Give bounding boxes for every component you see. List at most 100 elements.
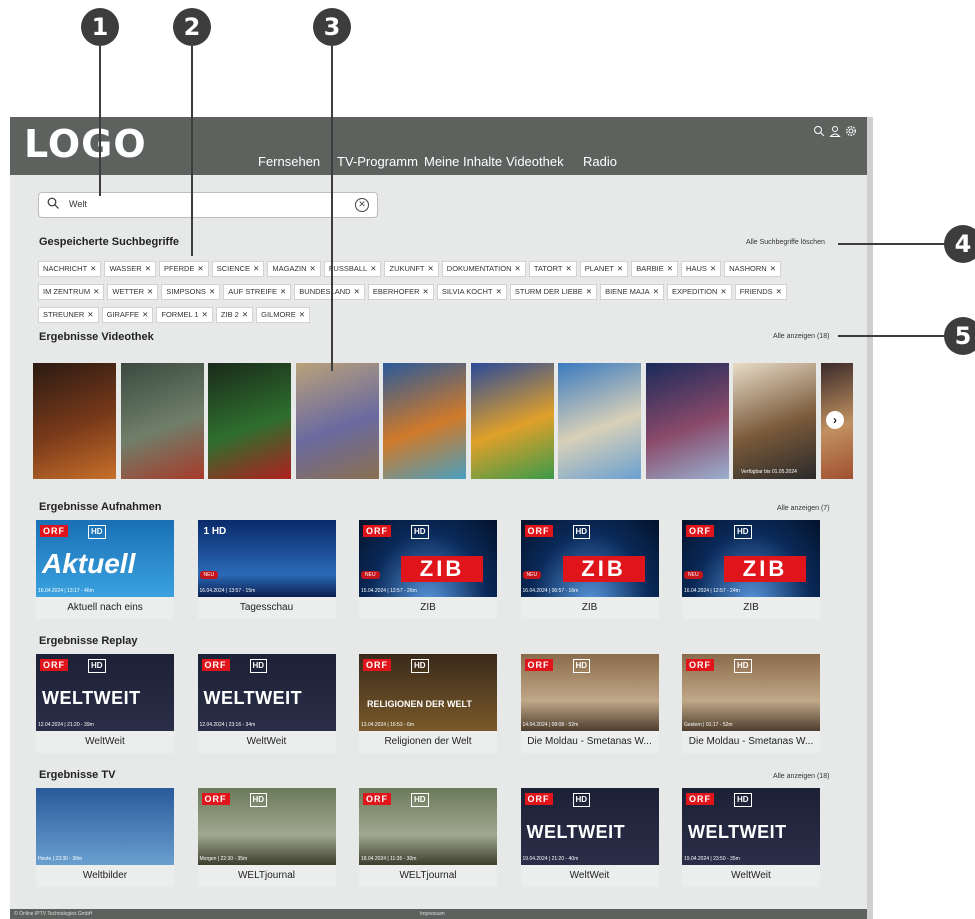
chip-remove-icon[interactable]: ✕ [586,287,592,296]
saved-search-chip[interactable]: WETTER ✕ [107,284,159,300]
saved-search-chip[interactable]: SCIENCE ✕ [211,261,265,277]
chip-remove-icon[interactable]: ✕ [310,264,316,273]
chip-remove-icon[interactable]: ✕ [299,310,305,319]
poster-tile[interactable] [558,363,641,479]
media-card[interactable]: ORF HD WELTWEIT 12.04.2024 | 21:20 - 39m Wel… [36,654,174,756]
media-card[interactable]: ORF HD 18.04.2024 | 11:35 - 30m WELTjournal [359,788,497,890]
poster-tile[interactable] [383,363,466,479]
search-input[interactable]: Welt [69,199,87,209]
chip-remove-icon[interactable]: ✕ [720,287,726,296]
chip-remove-icon[interactable]: ✕ [90,264,96,273]
scrollbar[interactable] [867,117,873,919]
chip-remove-icon[interactable]: ✕ [354,287,360,296]
poster-tile[interactable] [33,363,116,479]
search-field[interactable]: Welt ✕ [38,192,378,218]
chip-remove-icon[interactable]: ✕ [427,264,433,273]
saved-search-chip[interactable]: GIRAFFE ✕ [101,307,154,323]
chip-remove-icon[interactable]: ✕ [423,287,429,296]
chip-remove-icon[interactable]: ✕ [770,264,776,273]
chip-remove-icon[interactable]: ✕ [147,287,153,296]
clear-search-icon[interactable]: ✕ [355,198,369,212]
saved-search-chip[interactable]: BARBIE ✕ [631,261,679,277]
media-card[interactable]: ORF HD Aktuell 16.04.2024 | 13:17 - 46m Aktu… [36,520,174,622]
saved-search-chip[interactable]: EBERHOFER ✕ [367,284,434,300]
poster-tile[interactable] [120,363,204,479]
chip-remove-icon[interactable]: ✕ [710,264,716,273]
carousel-next-button[interactable]: › [826,411,844,429]
media-card[interactable]: ORF HD WELTWEIT 19.04.2024 | 23:50 - 35m Wel… [682,788,820,890]
clear-all-searches-link[interactable]: Alle Suchbegriffe löschen [746,239,825,246]
chip-remove-icon[interactable]: ✕ [145,264,151,273]
settings-icon[interactable] [845,125,857,137]
media-card[interactable]: 1 HD NEU 16.04.2024 | 13:57 - 15m Tagesscha… [197,520,336,622]
chip-remove-icon[interactable]: ✕ [565,264,571,273]
videothek-show-all-link[interactable]: Alle anzeigen (18) [773,333,829,340]
chip-remove-icon[interactable]: ✕ [242,310,248,319]
chip-remove-icon[interactable]: ✕ [776,287,782,296]
chip-remove-icon[interactable]: ✕ [93,287,99,296]
saved-search-chip[interactable]: NASHORN ✕ [724,261,781,277]
nav-fernsehen[interactable]: Fernsehen [258,154,320,169]
chip-remove-icon[interactable]: ✕ [667,264,673,273]
chip-remove-icon[interactable]: ✕ [209,287,215,296]
poster-tile[interactable] [470,363,554,479]
saved-search-chip[interactable]: FRIENDS ✕ [734,284,787,300]
saved-search-chip[interactable]: TATORT ✕ [528,261,577,277]
media-card[interactable]: ORF HD WELTWEIT 12.04.2024 | 23:16 - 34m Wel… [197,654,336,756]
media-card[interactable]: Heute | 23:30 - 30m Weltbilder [36,788,174,890]
media-card[interactable]: ORF HD Morgen | 22:30 - 35m WELTjournal [197,788,336,890]
chip-remove-icon[interactable]: ✕ [617,264,623,273]
scrollbar-thumb[interactable] [867,117,873,919]
nav-radio[interactable]: Radio [583,154,617,169]
poster-tile[interactable] [295,363,379,479]
tv-show-all-link[interactable]: Alle anzeigen (18) [773,773,829,780]
poster-tile[interactable] [208,363,291,479]
saved-search-chip[interactable]: ZUKUNFT ✕ [384,261,439,277]
saved-search-chip[interactable]: PLANET ✕ [579,261,629,277]
chip-remove-icon[interactable]: ✕ [280,287,286,296]
chip-remove-icon[interactable]: ✕ [515,264,521,273]
media-card[interactable]: ORF HD ZIB NEU 15.04.2024 | 12:57 - 26m ZIB [359,520,497,622]
saved-search-chip[interactable]: BIENE MAJA ✕ [600,284,664,300]
chip-remove-icon[interactable]: ✕ [253,264,259,273]
media-card[interactable]: ORF HD 14.04.2024 | 09:08 - 52m Die Moldau … [520,654,659,756]
nav-videothek[interactable]: Videothek [506,154,564,169]
chip-remove-icon[interactable]: ✕ [202,310,208,319]
saved-search-chip[interactable]: STREUNER ✕ [38,307,99,323]
saved-search-chip[interactable]: STURM DER LIEBE ✕ [509,284,598,300]
saved-search-chip[interactable]: DOKUMENTATION ✕ [441,261,526,277]
saved-search-chip[interactable]: IM ZENTRUM ✕ [38,284,105,300]
user-icon[interactable] [829,125,841,137]
chip-remove-icon[interactable]: ✕ [370,264,376,273]
chip-remove-icon[interactable]: ✕ [197,264,203,273]
chip-remove-icon[interactable]: ✕ [87,310,93,319]
media-card[interactable]: ORF HD ZIB NEU 16.04.2024 | 12:57 - 24m ZIB [682,520,820,622]
nav-meine-inhalte[interactable]: Meine Inhalte [424,154,502,169]
saved-search-chip[interactable]: MAGAZIN ✕ [267,261,321,277]
saved-search-chip[interactable]: FORMEL 1 ✕ [156,307,213,323]
poster-tile[interactable]: Verfügbar bis 01.05.2024 [733,363,816,479]
saved-search-chip[interactable]: GILMORE ✕ [256,307,311,323]
chip-remove-icon[interactable]: ✕ [653,287,659,296]
saved-search-chip[interactable]: ZIB 2 ✕ [215,307,254,323]
saved-search-chip[interactable]: AUF STREIFE ✕ [223,284,292,300]
saved-search-chip[interactable]: SIMPSONS ✕ [161,284,221,300]
aufnahmen-show-all-link[interactable]: Alle anzeigen (7) [777,505,830,512]
footer-imprint-link[interactable]: Impressum [420,911,445,917]
media-card[interactable]: ORF HD ZIB NEU 16.04.2024 | 06:57 - 16m ZIB [520,520,659,622]
saved-search-chip[interactable]: NACHRICHT ✕ [38,261,102,277]
chip-remove-icon[interactable]: ✕ [142,310,148,319]
saved-search-chip[interactable]: PFERDE ✕ [159,261,209,277]
saved-search-chip[interactable]: HAUS ✕ [681,261,722,277]
saved-search-chip[interactable]: BUNDESLAND ✕ [294,284,365,300]
saved-search-chip[interactable]: WASSER ✕ [104,261,156,277]
chip-remove-icon[interactable]: ✕ [496,287,502,296]
saved-search-chip[interactable]: SILVIA KOCHT ✕ [436,284,507,300]
poster-tile[interactable] [645,363,729,479]
media-card[interactable]: ORF HD WELTWEIT 19.04.2024 | 21:20 - 40m Wel… [520,788,659,890]
nav-tv-programm[interactable]: TV-Programm [337,154,418,169]
media-card[interactable]: ORF HD RELIGIONEN DER WELT 13.04.2024 | 16:… [359,654,497,756]
media-card[interactable]: ORF HD Gestern | 01:17 - 52m Die Moldau - S… [682,654,820,756]
search-icon[interactable] [813,125,825,137]
saved-search-chip[interactable]: EXPEDITION ✕ [666,284,732,300]
